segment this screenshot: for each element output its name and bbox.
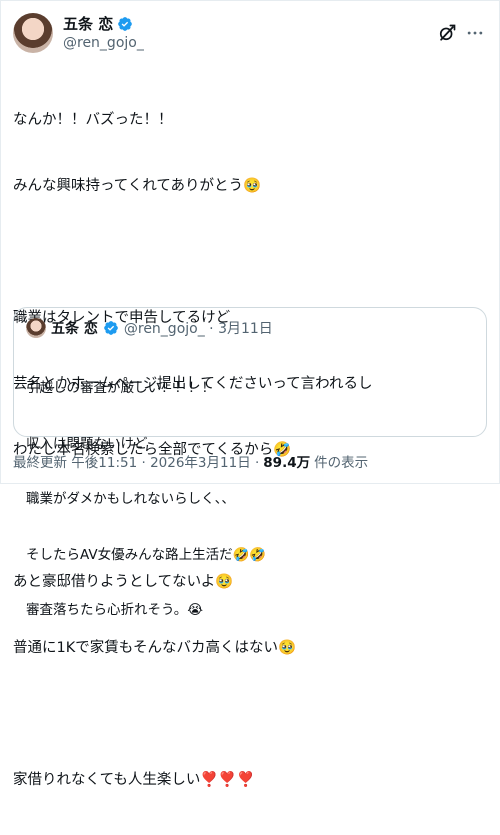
quoted-avatar	[26, 318, 46, 338]
grok-icon[interactable]	[437, 23, 457, 43]
author-name-row: 五条 恋	[63, 15, 144, 34]
header-actions	[437, 23, 485, 43]
post-line: 家借りれなくても人生楽しい❣️❣️❣️	[13, 772, 255, 788]
quoted-line: そしたらAV女優みんな路上生活だ🤣🤣	[26, 546, 267, 563]
quoted-line: 引越しの審査が厳しい！！！！	[26, 380, 215, 396]
verified-badge-icon	[118, 17, 133, 31]
author-display-name[interactable]: 五条 恋	[63, 15, 113, 34]
quoted-display-name: 五条 恋	[51, 321, 98, 337]
post-line	[13, 241, 483, 263]
post-card: 五条 恋 @ren_gojo_ なんか！！バズった！！ みんな興味持ってくれてあ…	[0, 0, 500, 788]
more-dots-icon[interactable]	[465, 23, 485, 43]
quoted-post-header: 五条 恋 @ren_gojo_ · 3月11日	[26, 318, 474, 338]
post-footer: 最終更新 午後11:51 · 2026年3月11日 · 89.4万 件の表示	[13, 451, 487, 471]
quoted-post[interactable]: 五条 恋 @ren_gojo_ · 3月11日 引越しの審査が厳しい！！！！ 収…	[13, 307, 487, 618]
post-line: みんな興味持ってくれてありがとう🥹	[13, 178, 262, 194]
author-handle[interactable]: @ren_gojo_	[63, 34, 144, 52]
post-line	[13, 703, 483, 725]
post-line: なんか！！バズった！！	[13, 112, 173, 128]
quoted-meta: @ren_gojo_ · 3月11日	[123, 321, 273, 337]
views-label: 件の表示	[314, 455, 369, 471]
quoted-line: 審査落ちたら心折れそう。😭	[26, 602, 203, 618]
timestamp[interactable]: 最終更新 午後11:51 · 2026年3月11日 ·	[13, 451, 259, 471]
author-names: 五条 恋 @ren_gojo_	[63, 15, 144, 52]
verified-badge-icon	[104, 321, 118, 335]
quoted-line: 職業がダメかもしれないらしく、、	[26, 491, 235, 507]
post-header: 五条 恋 @ren_gojo_	[13, 13, 485, 53]
avatar[interactable]	[13, 13, 53, 53]
quoted-text: 引越しの審査が厳しい！！！！ 収入は問題ないけど 職業がダメかもしれないらしく、…	[26, 342, 474, 657]
views-count: 89.4万	[263, 455, 311, 471]
